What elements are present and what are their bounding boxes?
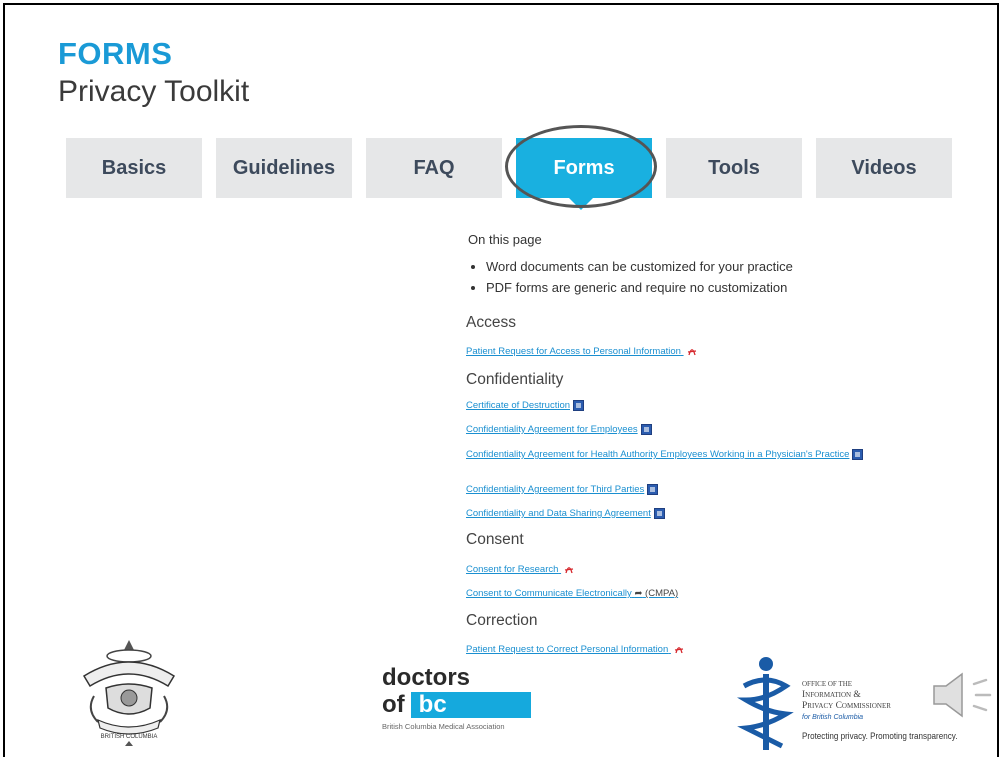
section-heading-consent: Consent	[466, 531, 524, 548]
section-heading-confidentiality: Confidentiality	[466, 371, 564, 388]
page-title: FORMS	[58, 36, 173, 71]
link-confidentiality-health-authority[interactable]: Confidentiality Agreement for Health Aut…	[466, 448, 876, 461]
link-confidentiality-third-parties[interactable]: Confidentiality Agreement for Third Part…	[466, 484, 659, 495]
svg-text:BRITISH COLUMBIA: BRITISH COLUMBIA	[101, 734, 158, 740]
link-confidentiality-data-sharing[interactable]: Confidentiality and Data Sharing Agreeme…	[466, 508, 665, 519]
doctors-of-bc-logo: doctors of bc British Columbia Medical A…	[382, 666, 531, 731]
bullet-pdf-forms: PDF forms are generic and require no cus…	[486, 280, 793, 295]
highlight-circle	[505, 125, 657, 208]
tab-basics[interactable]: Basics	[66, 138, 202, 198]
tab-videos[interactable]: Videos	[816, 138, 952, 198]
oipc-info-logo	[736, 657, 794, 750]
cpsbc-crest-logo: BRITISH COLUMBIA	[82, 640, 176, 746]
link-certificate-destruction[interactable]: Certificate of Destruction	[466, 400, 585, 411]
link-confidentiality-employees[interactable]: Confidentiality Agreement for Employees	[466, 424, 652, 435]
word-doc-icon	[653, 508, 665, 519]
word-doc-icon	[647, 484, 659, 495]
info-bullets: Word documents can be customized for you…	[470, 259, 793, 301]
link-correction-request[interactable]: Patient Request to Correct Personal Info…	[466, 644, 684, 655]
cmpa-note: (CMPA)	[645, 588, 679, 599]
link-access-request[interactable]: Patient Request for Access to Personal I…	[466, 346, 697, 357]
pdf-icon	[564, 564, 575, 575]
speaker-icon[interactable]	[930, 670, 996, 720]
pdf-icon	[686, 346, 697, 357]
link-consent-research[interactable]: Consent for Research	[466, 564, 575, 575]
section-heading-correction: Correction	[466, 612, 538, 629]
bullet-word-docs: Word documents can be customized for you…	[486, 259, 793, 274]
oipc-tagline: Protecting privacy. Promoting transparen…	[802, 731, 958, 742]
tab-guidelines[interactable]: Guidelines	[216, 138, 352, 198]
word-doc-icon	[852, 448, 864, 460]
page-subtitle: Privacy Toolkit	[58, 75, 250, 108]
word-doc-icon	[640, 424, 652, 435]
external-link-icon: ➦	[634, 588, 643, 599]
section-heading-access: Access	[466, 314, 516, 331]
pdf-icon	[673, 644, 684, 655]
oipc-wordmark: Office of the Information & Privacy Comm…	[802, 680, 891, 721]
tab-faq[interactable]: FAQ	[366, 138, 502, 198]
on-this-page-label: On this page	[468, 232, 542, 247]
link-consent-communicate[interactable]: Consent to Communicate Electronically ➦ …	[466, 588, 678, 599]
tab-tools[interactable]: Tools	[666, 138, 802, 198]
word-doc-icon	[573, 400, 585, 411]
